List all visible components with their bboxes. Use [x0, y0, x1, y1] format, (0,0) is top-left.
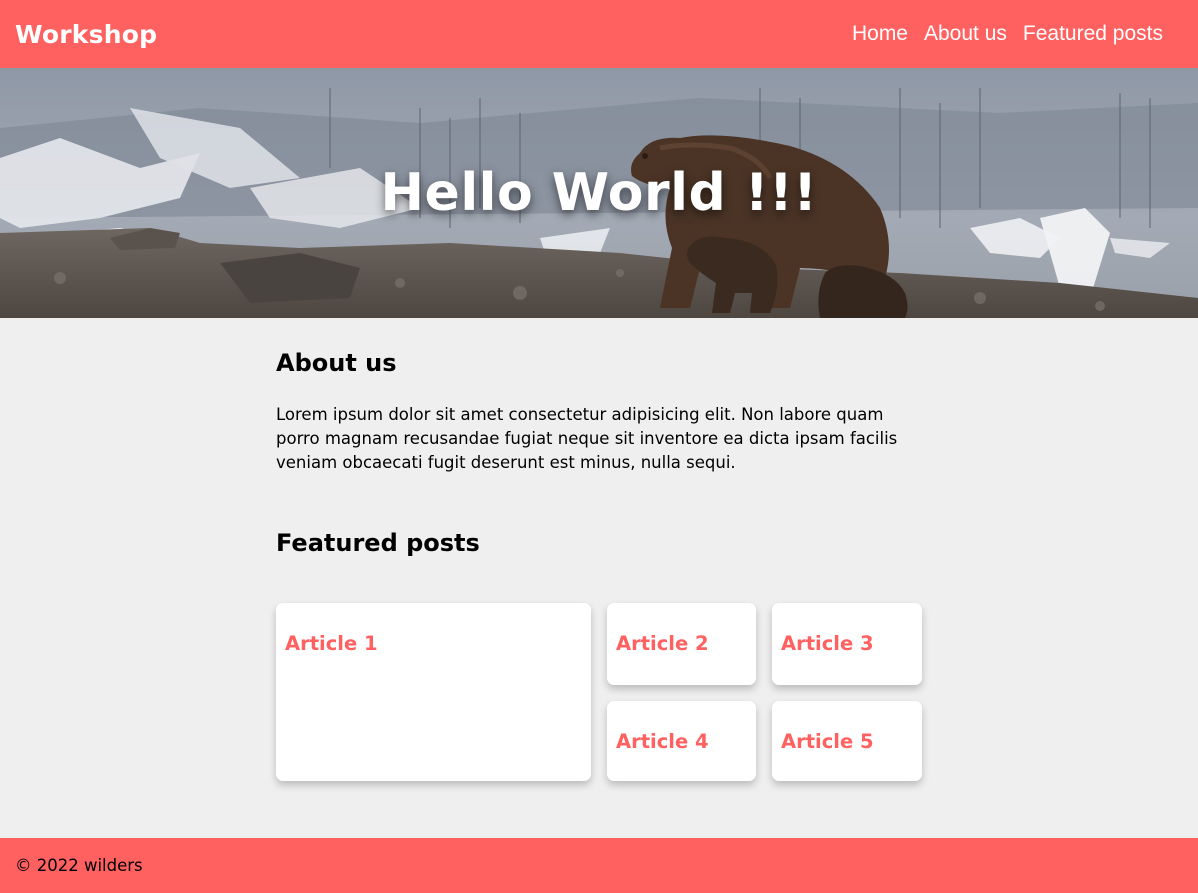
article-title[interactable]: Article 5 [781, 730, 874, 753]
site-logo[interactable]: Workshop [15, 20, 157, 49]
nav-link-about-us[interactable]: About us [924, 22, 1007, 46]
hero-banner: Hello World !!! [0, 68, 1198, 318]
article-title[interactable]: Article 3 [781, 632, 874, 655]
site-header: Workshop Home About us Featured posts [0, 0, 1198, 68]
article-card-2[interactable]: Article 2 [607, 603, 756, 685]
nav-link-featured-posts[interactable]: Featured posts [1023, 22, 1163, 46]
article-card-5[interactable]: Article 5 [772, 701, 922, 781]
featured-posts-heading: Featured posts [276, 529, 480, 557]
article-card-1[interactable]: Article 1 [276, 603, 591, 781]
article-card-4[interactable]: Article 4 [607, 701, 756, 781]
article-title[interactable]: Article 1 [285, 632, 378, 655]
hero-title: Hello World !!! [380, 163, 818, 223]
article-title[interactable]: Article 2 [616, 632, 709, 655]
about-us-heading: About us [276, 349, 397, 377]
nav-link-home[interactable]: Home [852, 22, 908, 46]
main-nav: Home About us Featured posts [836, 22, 1163, 46]
site-footer: © 2022 wilders [0, 838, 1198, 893]
article-title[interactable]: Article 4 [616, 730, 709, 753]
article-card-3[interactable]: Article 3 [772, 603, 922, 685]
footer-copyright: © 2022 wilders [15, 856, 143, 875]
about-us-text: Lorem ipsum dolor sit amet consectetur a… [276, 405, 898, 472]
